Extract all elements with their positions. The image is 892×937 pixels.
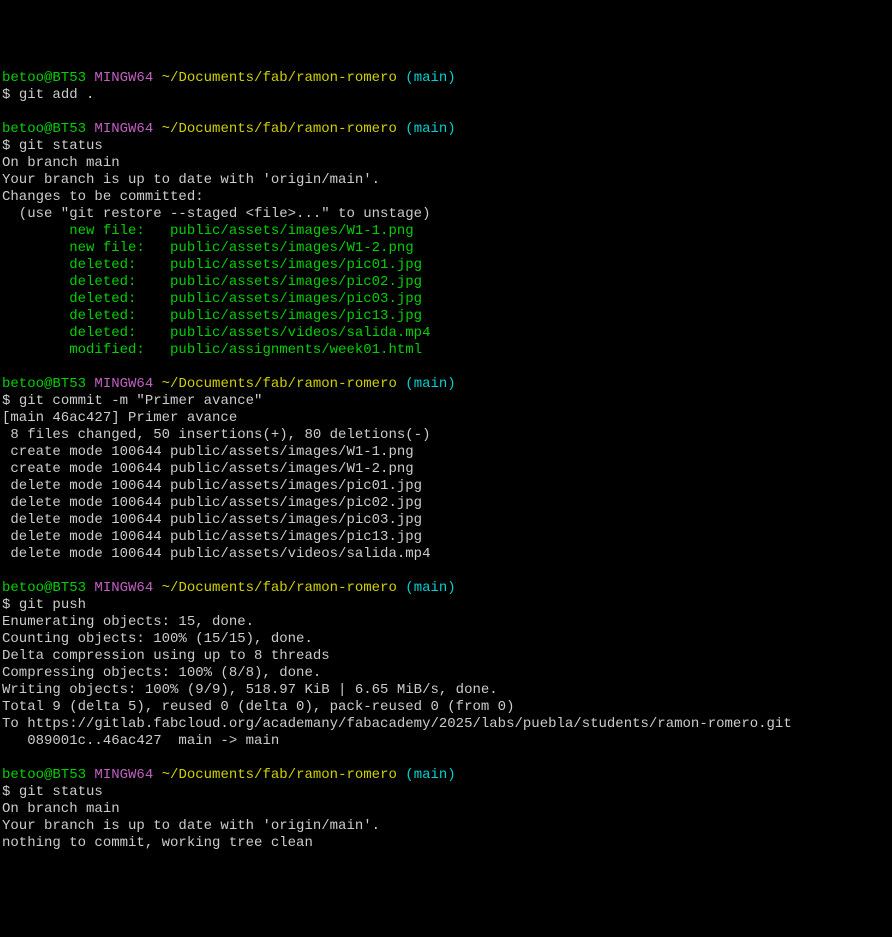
prompt-line: betoo@BT53 MINGW64 ~/Documents/fab/ramon… <box>2 580 890 597</box>
output-line: Enumerating objects: 15, done. <box>2 614 890 631</box>
terminal-output[interactable]: betoo@BT53 MINGW64 ~/Documents/fab/ramon… <box>2 70 890 852</box>
staged-file: deleted: public/assets/images/pic02.jpg <box>2 274 890 291</box>
output-line: Your branch is up to date with 'origin/m… <box>2 818 890 835</box>
output-line: Compressing objects: 100% (8/8), done. <box>2 665 890 682</box>
output-line: Writing objects: 100% (9/9), 518.97 KiB … <box>2 682 890 699</box>
output-line: To https://gitlab.fabcloud.org/academany… <box>2 716 890 733</box>
prompt-line: betoo@BT53 MINGW64 ~/Documents/fab/ramon… <box>2 767 890 784</box>
command-line: $ git status <box>2 138 890 155</box>
output-line: delete mode 100644 public/assets/images/… <box>2 512 890 529</box>
output-line: Counting objects: 100% (15/15), done. <box>2 631 890 648</box>
output-line: Changes to be committed: <box>2 189 890 206</box>
prompt-line: betoo@BT53 MINGW64 ~/Documents/fab/ramon… <box>2 70 890 87</box>
output-line: Delta compression using up to 8 threads <box>2 648 890 665</box>
command-line: $ git push <box>2 597 890 614</box>
staged-file: deleted: public/assets/images/pic01.jpg <box>2 257 890 274</box>
staged-file: new file: public/assets/images/W1-1.png <box>2 223 890 240</box>
output-line: delete mode 100644 public/assets/videos/… <box>2 546 890 563</box>
output-line: delete mode 100644 public/assets/images/… <box>2 478 890 495</box>
output-line: Total 9 (delta 5), reused 0 (delta 0), p… <box>2 699 890 716</box>
staged-file: deleted: public/assets/images/pic13.jpg <box>2 308 890 325</box>
staged-file: deleted: public/assets/videos/salida.mp4 <box>2 325 890 342</box>
output-line: nothing to commit, working tree clean <box>2 835 890 852</box>
command-line: $ git status <box>2 784 890 801</box>
command-line: $ git commit -m "Primer avance" <box>2 393 890 410</box>
staged-file: new file: public/assets/images/W1-2.png <box>2 240 890 257</box>
prompt-line: betoo@BT53 MINGW64 ~/Documents/fab/ramon… <box>2 376 890 393</box>
output-line: Your branch is up to date with 'origin/m… <box>2 172 890 189</box>
output-line: delete mode 100644 public/assets/images/… <box>2 529 890 546</box>
output-line: On branch main <box>2 155 890 172</box>
output-line: [main 46ac427] Primer avance <box>2 410 890 427</box>
output-line: 089001c..46ac427 main -> main <box>2 733 890 750</box>
output-line: (use "git restore --staged <file>..." to… <box>2 206 890 223</box>
output-line: 8 files changed, 50 insertions(+), 80 de… <box>2 427 890 444</box>
output-line: create mode 100644 public/assets/images/… <box>2 461 890 478</box>
output-line: On branch main <box>2 801 890 818</box>
staged-file: deleted: public/assets/images/pic03.jpg <box>2 291 890 308</box>
command-line: $ git add . <box>2 87 890 104</box>
output-line: delete mode 100644 public/assets/images/… <box>2 495 890 512</box>
staged-file: modified: public/assignments/week01.html <box>2 342 890 359</box>
output-line: create mode 100644 public/assets/images/… <box>2 444 890 461</box>
prompt-line: betoo@BT53 MINGW64 ~/Documents/fab/ramon… <box>2 121 890 138</box>
